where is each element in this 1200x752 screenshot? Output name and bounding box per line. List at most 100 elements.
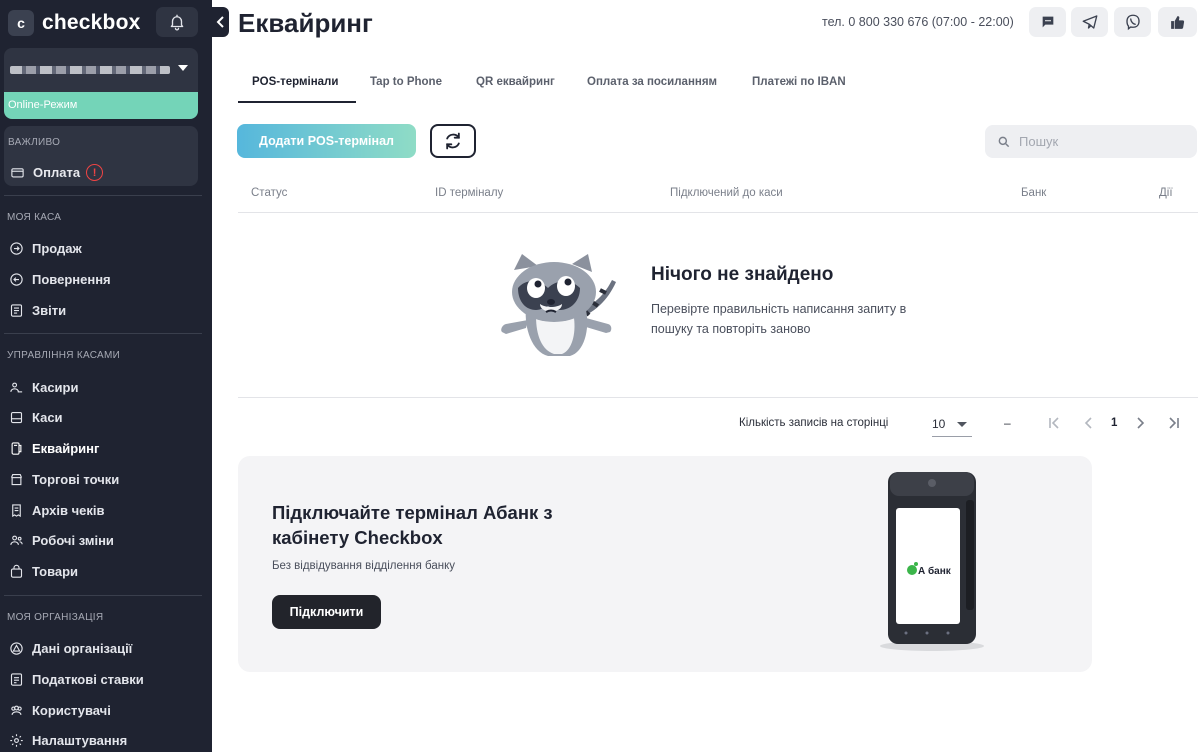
arrow-in-circle-icon: [9, 241, 24, 256]
sidebar-item-org-data[interactable]: Дані організації: [9, 641, 132, 656]
prev-page-button[interactable]: [1081, 415, 1097, 431]
store-icon: [9, 472, 24, 487]
organization-icon: [9, 641, 24, 656]
search-icon: [998, 136, 1010, 147]
online-mode-badge: Online-Режим: [4, 92, 198, 119]
app-root: c checkbox Online-Режим ВАЖЛИВО Оплата !…: [0, 0, 1200, 752]
search-box[interactable]: [985, 125, 1197, 158]
brand-logo[interactable]: c checkbox: [8, 8, 140, 38]
sidebar: c checkbox Online-Режим ВАЖЛИВО Оплата !…: [0, 0, 212, 752]
sidebar-item-label: Податкові ставки: [32, 672, 144, 687]
table-header: Статус ID терміналу Підключений до каси …: [238, 177, 1198, 213]
chevron-left-icon: [216, 16, 224, 28]
support-phone: тел. 0 800 330 676 (07:00 - 22:00): [822, 15, 1014, 29]
raccoon-illustration: [501, 254, 616, 356]
sidebar-item-label: Товари: [32, 564, 79, 579]
like-button[interactable]: [1158, 7, 1197, 37]
page-title: Еквайринг: [238, 8, 373, 38]
return-icon: [9, 272, 24, 287]
telegram-button[interactable]: [1071, 7, 1108, 37]
search-input[interactable]: [1019, 134, 1189, 149]
brand-badge: c: [8, 10, 34, 36]
current-page: 1: [1111, 417, 1118, 429]
gear-icon: [9, 733, 24, 748]
last-page-icon: [1169, 417, 1179, 429]
sidebar-item-goods[interactable]: Товари: [9, 564, 78, 579]
important-block: ВАЖЛИВО Оплата !: [4, 126, 198, 186]
add-pos-terminal-button[interactable]: Додати POS-термінал: [237, 124, 416, 158]
sidebar-item-users[interactable]: Користувачі: [9, 703, 111, 718]
report-icon: [9, 303, 24, 318]
tab-qr-acquiring[interactable]: QR еквайринг: [476, 76, 555, 88]
empty-state-title: Нічого не знайдено: [651, 264, 834, 285]
next-page-button[interactable]: [1132, 415, 1148, 431]
refresh-button[interactable]: [430, 124, 476, 158]
collapse-sidebar-button[interactable]: [212, 7, 229, 37]
sidebar-item-label: Дані організації: [32, 641, 133, 656]
warning-icon: !: [86, 164, 104, 181]
sidebar-item-tax-rates[interactable]: Податкові ставки: [9, 672, 144, 687]
sidebar-item-label: Еквайринг: [32, 441, 100, 456]
first-page-icon: [1049, 417, 1059, 429]
users-icon: [9, 533, 24, 548]
promo-banner: Підключайте термінал Абанк з кабінету Ch…: [238, 456, 1092, 672]
chevron-down-icon: [178, 65, 188, 71]
sidebar-item-settings[interactable]: Налаштування: [9, 733, 127, 748]
chevron-left-icon: [1084, 417, 1092, 429]
section-label-my-cash: МОЯ КАСА: [7, 212, 62, 223]
sidebar-item-sales[interactable]: Продаж: [9, 241, 82, 256]
empty-state-text: Перевірте правильність написання запиту …: [651, 302, 907, 336]
important-label: ВАЖЛИВО: [8, 137, 61, 148]
records-range: –: [1004, 416, 1011, 430]
divider: [4, 195, 202, 196]
sidebar-item-returns[interactable]: Повернення: [9, 272, 111, 287]
sidebar-item-acquiring[interactable]: Еквайринг: [9, 441, 99, 456]
account-name-blurred: [10, 66, 170, 74]
receipt-icon: [9, 503, 24, 518]
sidebar-item-label: Робочі зміни: [32, 533, 114, 548]
sidebar-item-label: Каси: [32, 410, 63, 425]
tab-tap-to-phone[interactable]: Tap to Phone: [370, 76, 442, 88]
sidebar-item-registers[interactable]: Каси: [9, 410, 63, 425]
notifications-button[interactable]: [156, 7, 198, 37]
sidebar-item-label: Архів чеків: [32, 503, 105, 518]
chat-button[interactable]: [1029, 7, 1066, 37]
card-icon: [10, 165, 25, 180]
sidebar-item-cashiers[interactable]: Касири: [9, 380, 78, 395]
refresh-icon: [446, 132, 460, 150]
chevron-right-icon: [1137, 417, 1145, 429]
column-terminal-id[interactable]: ID терміналу: [435, 187, 503, 199]
first-page-button[interactable]: [1046, 415, 1062, 431]
register-icon: [9, 410, 24, 425]
last-page-button[interactable]: [1166, 415, 1182, 431]
pagination: Кількість записів на сторінці 10 – 1: [238, 397, 1198, 449]
sidebar-item-payment[interactable]: Оплата !: [10, 164, 104, 181]
tab-pos-terminals[interactable]: POS-термінали: [252, 76, 338, 88]
sidebar-item-label: Торгові точки: [32, 472, 120, 487]
bag-icon: [9, 564, 24, 579]
viber-icon: [1125, 14, 1140, 31]
tab-payment-link[interactable]: Оплата за посиланням: [587, 76, 717, 88]
column-status[interactable]: Статус: [251, 187, 287, 199]
account-selector[interactable]: [4, 48, 198, 92]
chat-icon: [1042, 16, 1053, 28]
tab-iban-payments[interactable]: Платежі по IBAN: [752, 76, 846, 88]
sidebar-item-label: Звіти: [32, 303, 67, 318]
tax-icon: [9, 672, 24, 687]
viber-button[interactable]: [1114, 7, 1151, 37]
divider: [4, 333, 202, 334]
bell-icon: [170, 14, 184, 31]
promo-title: Підключайте термінал Абанк з кабінету Ch…: [272, 502, 553, 548]
sidebar-item-receipts-archive[interactable]: Архів чеків: [9, 503, 105, 518]
column-bank[interactable]: Банк: [1021, 187, 1046, 199]
connect-button[interactable]: Підключити: [272, 595, 381, 629]
rows-per-page-select[interactable]: 10: [932, 413, 972, 437]
thumbs-up-icon: [1171, 15, 1185, 29]
sidebar-item-outlets[interactable]: Торгові точки: [9, 472, 119, 487]
sidebar-item-reports[interactable]: Звіти: [9, 303, 66, 318]
cashier-icon: [9, 380, 24, 395]
sidebar-item-label: Оплата: [33, 165, 81, 180]
column-connected-register[interactable]: Підключений до каси: [670, 187, 783, 199]
group-icon: [9, 703, 24, 718]
sidebar-item-shifts[interactable]: Робочі зміни: [9, 533, 114, 548]
